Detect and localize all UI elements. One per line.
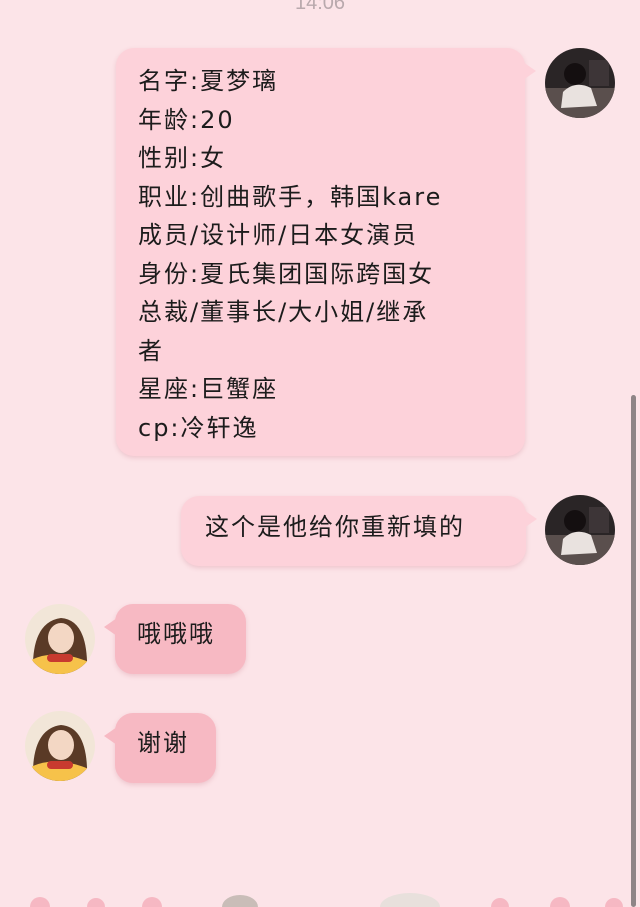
avatar-dark-photo-icon [545, 48, 615, 118]
chat-message-bubble[interactable]: 谢谢 [104, 713, 216, 783]
contact-avatar[interactable] [25, 711, 95, 781]
profile-line-job: 职业:创曲歌手，韩国kare [138, 182, 443, 211]
profile-line-identity-cont: 总裁/董事长/大小姐/继承 [138, 298, 429, 326]
chat-message-bubble[interactable]: 哦哦哦 [104, 604, 246, 674]
profile-message-bubble[interactable]: 名字:夏梦璃 年龄:20 性别:女 职业:创曲歌手，韩国kare 成员/设计师/… [116, 48, 536, 456]
decorative-border-icon [30, 893, 623, 907]
profile-line-identity: 身份:夏氏集团国际跨国女 [138, 259, 435, 288]
contact-avatar[interactable] [25, 604, 95, 674]
my-avatar[interactable] [545, 48, 615, 118]
profile-line-gender: 性别:女 [138, 144, 227, 172]
avatar-girl-with-guitar-icon [25, 604, 95, 674]
profile-line-job-cont: 成员/设计师/日本女演员 [138, 221, 419, 249]
chat-message-bubble[interactable]: 这个是他给你重新填的 [181, 496, 537, 566]
chat-scrollbar[interactable] [631, 395, 636, 907]
avatar-dark-photo-icon [545, 495, 615, 565]
profile-line-cp: cp:冷轩逸 [138, 413, 259, 442]
my-avatar[interactable] [545, 495, 615, 565]
timestamp: 14:06 [294, 0, 346, 14]
profile-line-age: 年龄:20 [138, 105, 235, 134]
avatar-girl-with-guitar-icon [25, 711, 95, 781]
message-text: 这个是他给你重新填的 [205, 513, 465, 541]
profile-line-identity-end: 者 [138, 336, 164, 365]
profile-line-name: 名字:夏梦璃 [138, 67, 279, 95]
message-text: 哦哦哦 [137, 620, 215, 648]
profile-line-zodiac: 星座:巨蟹座 [138, 375, 279, 403]
message-text: 谢谢 [137, 729, 189, 757]
